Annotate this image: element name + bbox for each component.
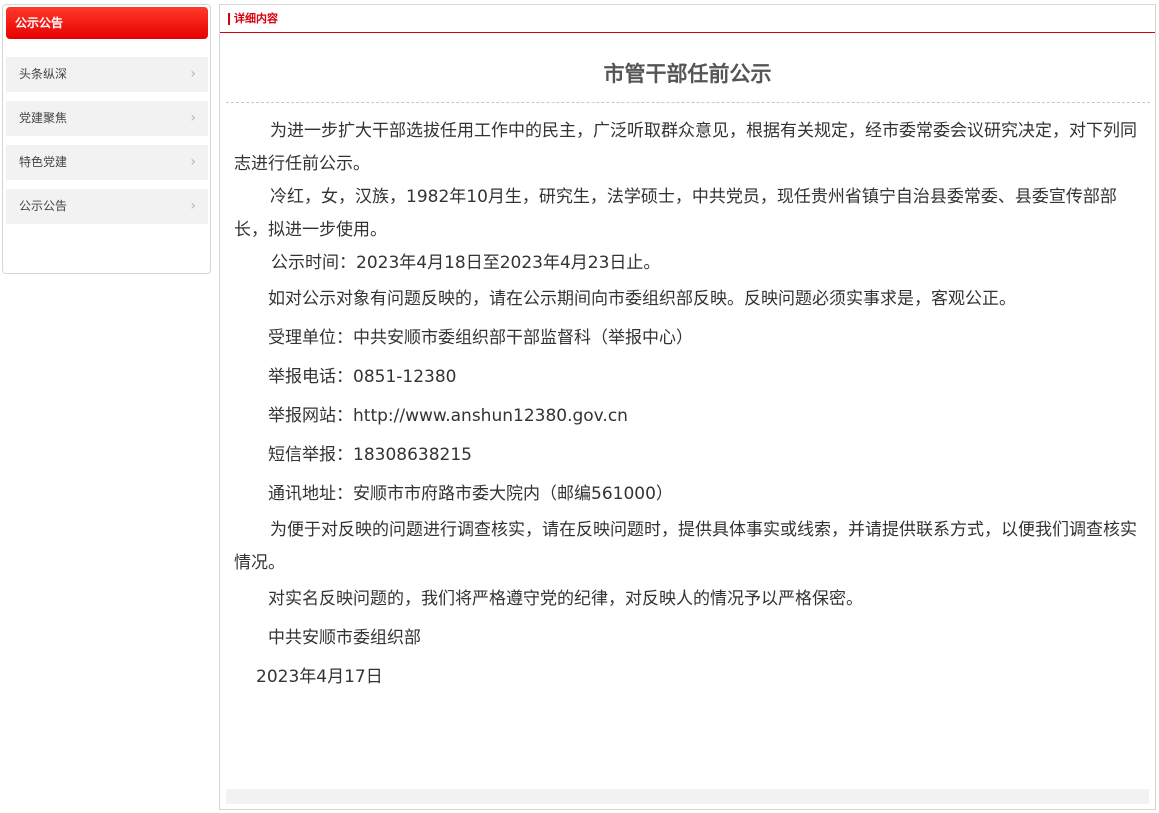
- article-body: 为进一步扩大干部选拔任用工作中的民主，广泛听取群众意见，根据有关规定，经市委常委…: [220, 103, 1155, 697]
- paragraph-feedback: 如对公示对象有问题反映的，请在公示期间向市委组织部反映。反映问题必须实事求是，客…: [268, 289, 1016, 309]
- sidebar-list: 头条纵深 › 党建聚焦 › 特色党建 › 公示公告 ›: [6, 57, 208, 233]
- paragraph-sms: 短信举报：18308638215: [268, 445, 472, 465]
- main-panel: 详细内容 市管干部任前公示 为进一步扩大干部选拔任用工作中的民主，广泛听取群众意…: [219, 4, 1156, 810]
- paragraph-period: 公示时间：2023年4月18日至2023年4月23日止。: [271, 253, 661, 273]
- paragraph-phone: 举报电话：0851-12380: [268, 367, 457, 387]
- paragraph-website: 举报网站：http://www.anshun12380.gov.cn: [268, 406, 628, 426]
- section-marker: [228, 13, 230, 25]
- chevron-right-icon: ›: [190, 66, 196, 82]
- paragraph-confidential: 对实名反映问题的，我们将严格遵守党的纪律，对反映人的情况予以严格保密。: [268, 589, 863, 609]
- sidebar-item-announcements[interactable]: 公示公告 ›: [6, 189, 208, 224]
- footer-bar: [226, 789, 1149, 804]
- sidebar-header: 公示公告: [6, 7, 208, 39]
- chevron-right-icon: ›: [190, 110, 196, 126]
- paragraph-investigation: 为便于对反映的问题进行调查核实，请在反映问题时，提供具体事实或线索，并请提供联系…: [234, 520, 1137, 573]
- sidebar-item-party-focus[interactable]: 党建聚焦 ›: [6, 101, 208, 136]
- sidebar-item-headlines[interactable]: 头条纵深 ›: [6, 57, 208, 92]
- sidebar-item-label: 党建聚焦: [19, 111, 68, 125]
- paragraph-candidate: 冷红，女，汉族，1982年10月生，研究生，法学硕士，中共党员，现任贵州省镇宁自…: [234, 187, 1117, 240]
- chevron-right-icon: ›: [190, 154, 196, 170]
- sidebar: 公示公告 头条纵深 › 党建聚焦 › 特色党建 › 公示公告 ›: [2, 4, 211, 274]
- chevron-right-icon: ›: [190, 198, 196, 214]
- paragraph-unit: 受理单位：中共安顺市委组织部干部监督科（举报中心）: [268, 328, 693, 348]
- sidebar-item-label: 特色党建: [19, 155, 68, 169]
- paragraph-date: 2023年4月17日: [256, 667, 383, 687]
- paragraph-address: 通讯地址：安顺市市府路市委大院内（邮编561000）: [268, 484, 673, 504]
- sidebar-item-label: 头条纵深: [19, 67, 68, 81]
- section-header: 详细内容: [220, 5, 1155, 33]
- section-label: 详细内容: [234, 12, 278, 25]
- sidebar-item-featured-party[interactable]: 特色党建 ›: [6, 145, 208, 180]
- paragraph-signature: 中共安顺市委组织部: [268, 628, 421, 648]
- paragraph-intro: 为进一步扩大干部选拔任用工作中的民主，广泛听取群众意见，根据有关规定，经市委常委…: [234, 121, 1137, 174]
- article-title: 市管干部任前公示: [603, 62, 772, 86]
- sidebar-item-label: 公示公告: [19, 199, 68, 213]
